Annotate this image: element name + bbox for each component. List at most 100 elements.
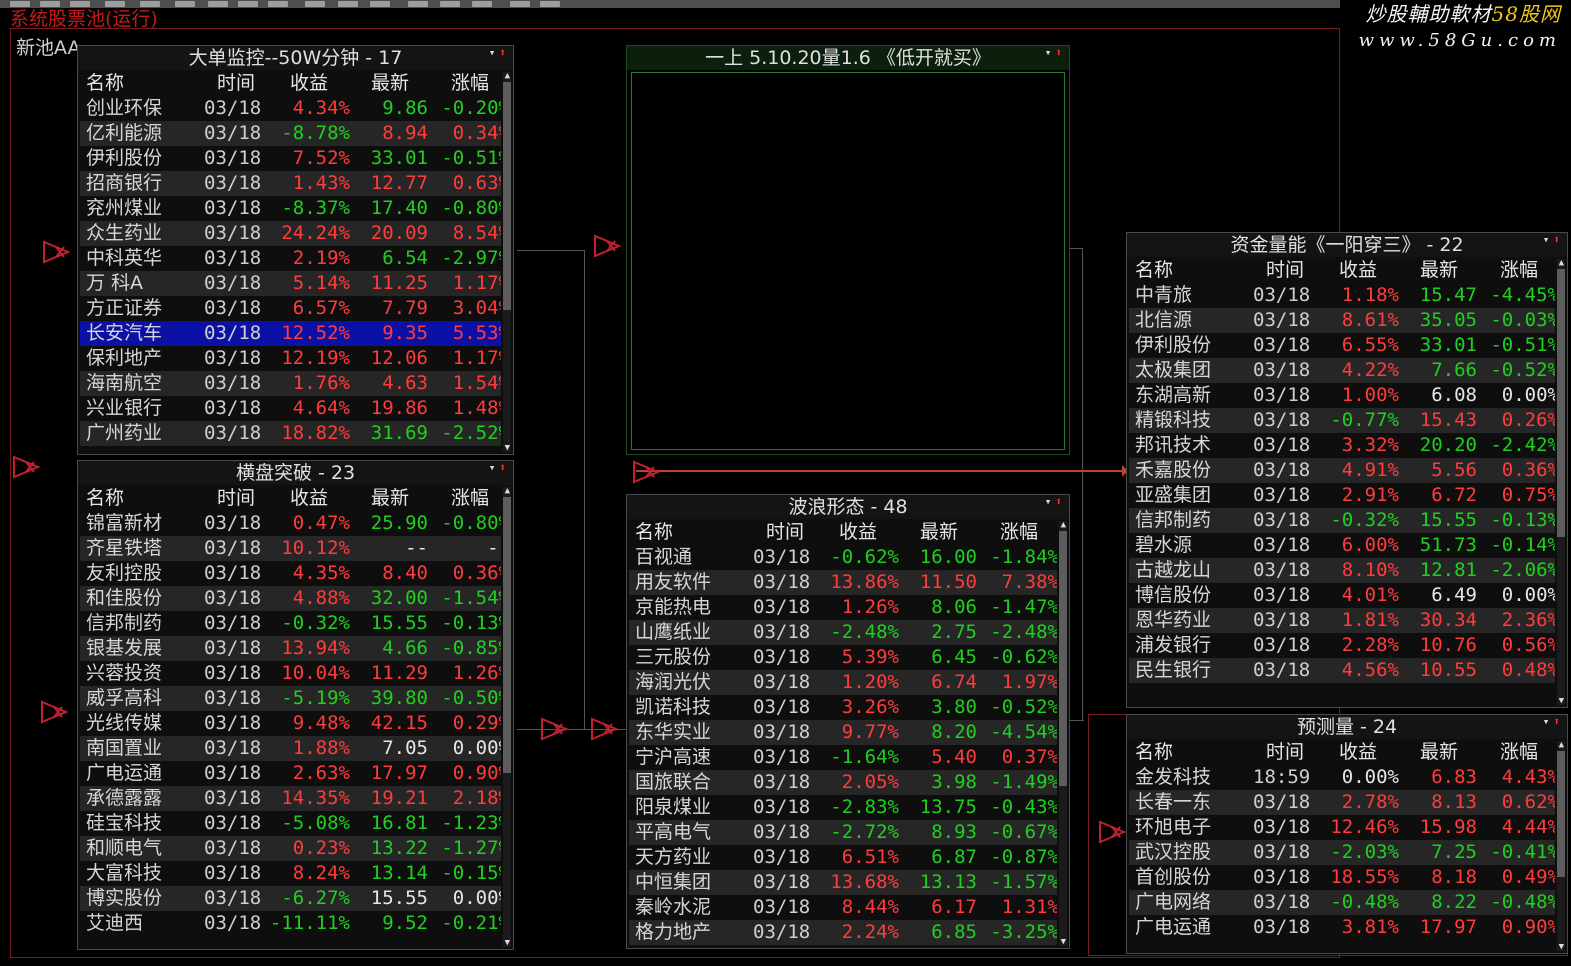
table-row[interactable]: 方正证券 03/18 6.57% 7.79 3.04% bbox=[80, 296, 501, 321]
scroll-down-icon[interactable]: ▼ bbox=[1559, 943, 1564, 952]
column-header-change[interactable]: 涨幅 bbox=[430, 71, 501, 95]
table-row[interactable]: 国旅联合 03/18 2.05% 3.98 -1.49% bbox=[629, 770, 1057, 795]
table-row[interactable]: 山鹰纸业 03/18 -2.48% 2.75 -2.48% bbox=[629, 620, 1057, 645]
column-header-gain[interactable]: 收益 bbox=[1317, 740, 1399, 764]
link-node-icon[interactable] bbox=[42, 240, 74, 264]
scrollbar-thumb[interactable] bbox=[503, 82, 511, 310]
table-row[interactable]: 万 科A 03/18 5.14% 11.25 1.17% bbox=[80, 271, 501, 296]
table-row[interactable]: 北信源 03/18 8.61% 35.05 -0.03% bbox=[1129, 308, 1555, 333]
table-row[interactable]: 光线传媒 03/18 9.48% 42.15 0.29% bbox=[80, 711, 501, 736]
scroll-up-icon[interactable]: ▲ bbox=[505, 72, 510, 81]
table-row[interactable]: 广电运通 03/18 3.81% 17.97 0.90% bbox=[1129, 915, 1555, 940]
link-node-icon[interactable] bbox=[632, 460, 664, 484]
table-row[interactable]: 亚盛集团 03/18 2.91% 6.72 0.75% bbox=[1129, 483, 1555, 508]
link-node-icon[interactable] bbox=[540, 717, 572, 741]
link-node-icon[interactable] bbox=[593, 234, 625, 258]
toolbar-button[interactable] bbox=[10, 1, 30, 7]
panel-big-order-monitor[interactable]: 大单监控--50W分钟 - 17 ▾⬆ 名称 时间 收益 最新 涨幅 创业环保 03/18 4… bbox=[77, 45, 514, 455]
panel-controls[interactable]: ▾⬆ bbox=[489, 47, 510, 58]
table-row[interactable]: 博信股份 03/18 4.01% 6.49 0.00% bbox=[1129, 583, 1555, 608]
panel-low-open-buy[interactable]: 一上 5.10.20量1.6 《低开就买》 ▾⬆ bbox=[626, 45, 1070, 455]
column-header-gain[interactable]: 收益 bbox=[1317, 258, 1399, 282]
toolbar-button[interactable] bbox=[540, 1, 560, 7]
link-node-icon[interactable] bbox=[40, 700, 72, 724]
link-node-icon[interactable] bbox=[590, 717, 622, 741]
table-row[interactable]: 民生银行 03/18 4.56% 10.55 0.48% bbox=[1129, 658, 1555, 683]
scrollbar[interactable] bbox=[1557, 741, 1565, 951]
table-row[interactable]: 阳泉煤业 03/18 -2.83% 13.75 -0.43% bbox=[629, 795, 1057, 820]
table-row[interactable]: 信邦制药 03/18 -0.32% 15.55 -0.13% bbox=[80, 611, 501, 636]
toolbar-button[interactable] bbox=[140, 1, 160, 7]
scroll-down-icon[interactable]: ▼ bbox=[1061, 938, 1066, 947]
toolbar-button[interactable] bbox=[70, 1, 90, 7]
column-header-name[interactable]: 名称 bbox=[86, 71, 186, 95]
table-row[interactable]: 平高电气 03/18 -2.72% 8.93 -0.67% bbox=[629, 820, 1057, 845]
table-row[interactable]: 和顺电气 03/18 0.23% 13.22 -1.27% bbox=[80, 836, 501, 861]
scrollbar-thumb[interactable] bbox=[1557, 751, 1565, 877]
table-row[interactable]: 禾嘉股份 03/18 4.91% 5.56 0.36% bbox=[1129, 458, 1555, 483]
table-row[interactable]: 邦讯技术 03/18 3.32% 20.20 -2.42% bbox=[1129, 433, 1555, 458]
scroll-down-icon[interactable]: ▼ bbox=[1559, 697, 1564, 706]
panel-volume-forecast[interactable]: 预测量 - 24 ▾⬆ 名称 时间 收益 最新 涨幅 金发科技 18:59 0.00% 6.83… bbox=[1126, 714, 1568, 954]
table-row[interactable]: 锦富新材 03/18 0.47% 25.90 -0.80% bbox=[80, 511, 501, 536]
column-header-name[interactable]: 名称 bbox=[1135, 258, 1235, 282]
table-row[interactable]: 古越龙山 03/18 8.10% 12.81 -2.06% bbox=[1129, 558, 1555, 583]
table-row[interactable]: 亿利能源 03/18 -8.78% 8.94 0.34% bbox=[80, 121, 501, 146]
table-row[interactable]: 浦发银行 03/18 2.28% 10.76 0.56% bbox=[1129, 633, 1555, 658]
table-row[interactable]: 众生药业 03/18 24.24% 20.09 8.54% bbox=[80, 221, 501, 246]
column-header-latest[interactable]: 最新 bbox=[352, 486, 428, 510]
column-header-time[interactable]: 时间 bbox=[753, 520, 817, 544]
table-row[interactable]: 长安汽车 03/18 12.52% 9.35 5.53% bbox=[80, 321, 501, 346]
table-row[interactable]: 海润光伏 03/18 1.20% 6.74 1.97% bbox=[629, 670, 1057, 695]
table-row[interactable]: 威孚高科 03/18 -5.19% 39.80 -0.50% bbox=[80, 686, 501, 711]
table-row[interactable]: 长春一东 03/18 2.78% 8.13 0.62% bbox=[1129, 790, 1555, 815]
table-row[interactable]: 友利控股 03/18 4.35% 8.40 0.36% bbox=[80, 561, 501, 586]
table-row[interactable]: 环旭电子 03/18 12.46% 15.98 4.44% bbox=[1129, 815, 1555, 840]
toolbar-button[interactable] bbox=[370, 1, 390, 7]
panel-controls[interactable]: ▾⬆ bbox=[1543, 234, 1564, 245]
table-row[interactable]: 三元股份 03/18 5.39% 6.45 -0.62% bbox=[629, 645, 1057, 670]
toolbar-button[interactable] bbox=[305, 1, 325, 7]
column-header-time[interactable]: 时间 bbox=[204, 71, 268, 95]
scrollbar-thumb[interactable] bbox=[503, 497, 511, 773]
scroll-up-icon[interactable]: ▲ bbox=[1061, 521, 1066, 530]
column-header-change[interactable]: 涨幅 bbox=[430, 486, 501, 510]
table-row[interactable]: 碧水源 03/18 6.00% 51.73 -0.14% bbox=[1129, 533, 1555, 558]
table-row[interactable]: 中青旅 03/18 1.18% 15.47 -4.45% bbox=[1129, 283, 1555, 308]
table-row[interactable]: 精锻科技 03/18 -0.77% 15.43 0.26% bbox=[1129, 408, 1555, 433]
table-row[interactable]: 广电运通 03/18 2.63% 17.97 0.90% bbox=[80, 761, 501, 786]
table-row[interactable]: 宁沪高速 03/18 -1.64% 5.40 0.37% bbox=[629, 745, 1057, 770]
table-row[interactable]: 武汉控股 03/18 -2.03% 7.25 -0.41% bbox=[1129, 840, 1555, 865]
table-row[interactable]: 大富科技 03/18 8.24% 13.14 -0.15% bbox=[80, 861, 501, 886]
table-row[interactable]: 兖州煤业 03/18 -8.37% 17.40 -0.80% bbox=[80, 196, 501, 221]
column-header-name[interactable]: 名称 bbox=[635, 520, 735, 544]
toolbar-button[interactable] bbox=[510, 1, 530, 7]
table-row[interactable]: 天方药业 03/18 6.51% 6.87 -0.87% bbox=[629, 845, 1057, 870]
column-header-latest[interactable]: 最新 bbox=[1401, 740, 1477, 764]
column-header-time[interactable]: 时间 bbox=[204, 486, 268, 510]
table-row[interactable]: 中恒集团 03/18 13.68% 13.13 -1.57% bbox=[629, 870, 1057, 895]
table-row[interactable]: 凯诺科技 03/18 3.26% 3.80 -0.52% bbox=[629, 695, 1057, 720]
table-row[interactable]: 广电网络 03/18 -0.48% 8.22 -0.48% bbox=[1129, 890, 1555, 915]
column-header-change[interactable]: 涨幅 bbox=[979, 520, 1057, 544]
table-row[interactable]: 兴蓉投资 03/18 10.04% 11.29 1.26% bbox=[80, 661, 501, 686]
table-row[interactable]: 广州药业 03/18 18.82% 31.69 -2.52% bbox=[80, 421, 501, 446]
toolbar-button[interactable] bbox=[338, 1, 358, 7]
column-header-gain[interactable]: 收益 bbox=[817, 520, 899, 544]
table-row[interactable]: 东华实业 03/18 9.77% 8.20 -4.54% bbox=[629, 720, 1057, 745]
column-header-latest[interactable]: 最新 bbox=[901, 520, 977, 544]
scrollbar-thumb[interactable] bbox=[1059, 531, 1067, 786]
scroll-up-icon[interactable]: ▲ bbox=[1559, 741, 1564, 750]
toolbar-button[interactable] bbox=[175, 1, 195, 7]
table-row[interactable]: 伊利股份 03/18 6.55% 33.01 -0.51% bbox=[1129, 333, 1555, 358]
column-header-time[interactable]: 时间 bbox=[1253, 740, 1317, 764]
table-row[interactable]: 秦岭水泥 03/18 8.44% 6.17 1.31% bbox=[629, 895, 1057, 920]
table-row[interactable]: 保利地产 03/18 12.19% 12.06 1.17% bbox=[80, 346, 501, 371]
table-row[interactable]: 创业环保 03/18 4.34% 9.86 -0.20% bbox=[80, 96, 501, 121]
table-row[interactable]: 南国置业 03/18 1.88% 7.05 0.00% bbox=[80, 736, 501, 761]
toolbar-button[interactable] bbox=[472, 1, 492, 7]
scroll-up-icon[interactable]: ▲ bbox=[1559, 259, 1564, 268]
column-header-time[interactable]: 时间 bbox=[1253, 258, 1317, 282]
column-header-name[interactable]: 名称 bbox=[1135, 740, 1235, 764]
table-row[interactable]: 伊利股份 03/18 7.52% 33.01 -0.51% bbox=[80, 146, 501, 171]
